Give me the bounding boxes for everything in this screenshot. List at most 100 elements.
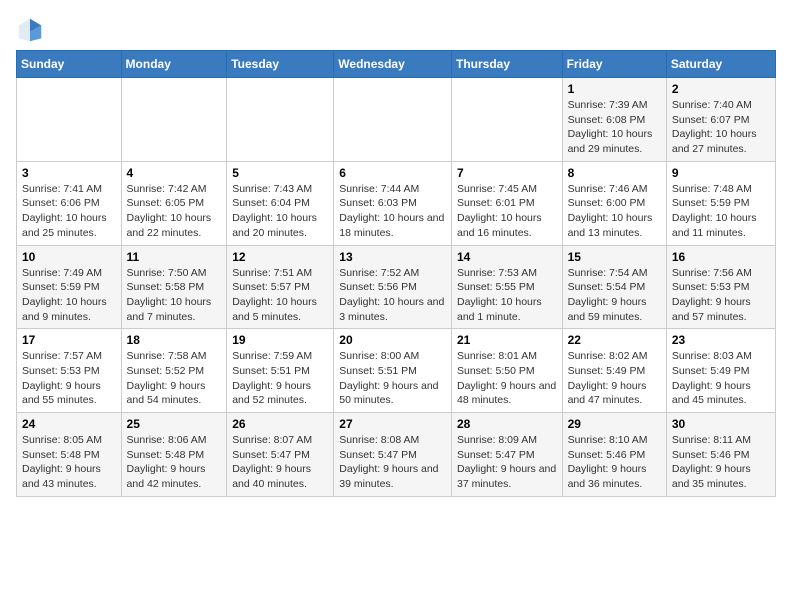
day-number: 24 bbox=[22, 417, 116, 431]
calendar-cell: 20 Sunrise: 8:00 AMSunset: 5:51 PMDaylig… bbox=[334, 329, 452, 413]
day-info: Sunrise: 7:54 AMSunset: 5:54 PMDaylight:… bbox=[568, 266, 661, 325]
calendar-week-row: 17 Sunrise: 7:57 AMSunset: 5:53 PMDaylig… bbox=[17, 329, 776, 413]
weekday-header: Friday bbox=[562, 51, 666, 78]
day-number: 5 bbox=[232, 166, 328, 180]
calendar-cell: 10 Sunrise: 7:49 AMSunset: 5:59 PMDaylig… bbox=[17, 245, 122, 329]
calendar-cell: 22 Sunrise: 8:02 AMSunset: 5:49 PMDaylig… bbox=[562, 329, 666, 413]
calendar-table: SundayMondayTuesdayWednesdayThursdayFrid… bbox=[16, 50, 776, 497]
day-info: Sunrise: 8:00 AMSunset: 5:51 PMDaylight:… bbox=[339, 349, 446, 408]
day-number: 30 bbox=[672, 417, 770, 431]
day-info: Sunrise: 8:11 AMSunset: 5:46 PMDaylight:… bbox=[672, 433, 770, 492]
calendar-cell: 28 Sunrise: 8:09 AMSunset: 5:47 PMDaylig… bbox=[451, 413, 562, 497]
day-info: Sunrise: 7:52 AMSunset: 5:56 PMDaylight:… bbox=[339, 266, 446, 325]
day-info: Sunrise: 7:42 AMSunset: 6:05 PMDaylight:… bbox=[127, 182, 222, 241]
day-number: 28 bbox=[457, 417, 557, 431]
day-number: 11 bbox=[127, 250, 222, 264]
day-info: Sunrise: 8:01 AMSunset: 5:50 PMDaylight:… bbox=[457, 349, 557, 408]
page-header bbox=[16, 16, 776, 44]
day-info: Sunrise: 8:03 AMSunset: 5:49 PMDaylight:… bbox=[672, 349, 770, 408]
calendar-cell bbox=[121, 78, 227, 162]
calendar-cell: 4 Sunrise: 7:42 AMSunset: 6:05 PMDayligh… bbox=[121, 161, 227, 245]
weekday-header: Tuesday bbox=[227, 51, 334, 78]
calendar-cell bbox=[334, 78, 452, 162]
calendar-cell: 14 Sunrise: 7:53 AMSunset: 5:55 PMDaylig… bbox=[451, 245, 562, 329]
day-info: Sunrise: 8:05 AMSunset: 5:48 PMDaylight:… bbox=[22, 433, 116, 492]
calendar-cell: 1 Sunrise: 7:39 AMSunset: 6:08 PMDayligh… bbox=[562, 78, 666, 162]
day-info: Sunrise: 8:07 AMSunset: 5:47 PMDaylight:… bbox=[232, 433, 328, 492]
calendar-cell: 26 Sunrise: 8:07 AMSunset: 5:47 PMDaylig… bbox=[227, 413, 334, 497]
calendar-cell: 6 Sunrise: 7:44 AMSunset: 6:03 PMDayligh… bbox=[334, 161, 452, 245]
day-info: Sunrise: 7:49 AMSunset: 5:59 PMDaylight:… bbox=[22, 266, 116, 325]
calendar-cell: 2 Sunrise: 7:40 AMSunset: 6:07 PMDayligh… bbox=[666, 78, 775, 162]
weekday-header: Monday bbox=[121, 51, 227, 78]
calendar-cell: 11 Sunrise: 7:50 AMSunset: 5:58 PMDaylig… bbox=[121, 245, 227, 329]
day-info: Sunrise: 8:08 AMSunset: 5:47 PMDaylight:… bbox=[339, 433, 446, 492]
day-number: 19 bbox=[232, 333, 328, 347]
day-number: 14 bbox=[457, 250, 557, 264]
day-number: 29 bbox=[568, 417, 661, 431]
day-number: 4 bbox=[127, 166, 222, 180]
logo-icon bbox=[16, 16, 44, 44]
calendar-cell: 25 Sunrise: 8:06 AMSunset: 5:48 PMDaylig… bbox=[121, 413, 227, 497]
day-number: 21 bbox=[457, 333, 557, 347]
calendar-cell: 15 Sunrise: 7:54 AMSunset: 5:54 PMDaylig… bbox=[562, 245, 666, 329]
day-number: 22 bbox=[568, 333, 661, 347]
day-number: 26 bbox=[232, 417, 328, 431]
calendar-cell: 21 Sunrise: 8:01 AMSunset: 5:50 PMDaylig… bbox=[451, 329, 562, 413]
day-number: 23 bbox=[672, 333, 770, 347]
calendar-cell: 16 Sunrise: 7:56 AMSunset: 5:53 PMDaylig… bbox=[666, 245, 775, 329]
weekday-header: Sunday bbox=[17, 51, 122, 78]
day-number: 12 bbox=[232, 250, 328, 264]
day-info: Sunrise: 7:56 AMSunset: 5:53 PMDaylight:… bbox=[672, 266, 770, 325]
day-number: 18 bbox=[127, 333, 222, 347]
calendar-week-row: 24 Sunrise: 8:05 AMSunset: 5:48 PMDaylig… bbox=[17, 413, 776, 497]
day-number: 6 bbox=[339, 166, 446, 180]
day-info: Sunrise: 7:40 AMSunset: 6:07 PMDaylight:… bbox=[672, 98, 770, 157]
calendar-cell: 8 Sunrise: 7:46 AMSunset: 6:00 PMDayligh… bbox=[562, 161, 666, 245]
calendar-week-row: 3 Sunrise: 7:41 AMSunset: 6:06 PMDayligh… bbox=[17, 161, 776, 245]
calendar-cell: 23 Sunrise: 8:03 AMSunset: 5:49 PMDaylig… bbox=[666, 329, 775, 413]
day-number: 15 bbox=[568, 250, 661, 264]
day-number: 2 bbox=[672, 82, 770, 96]
weekday-header: Saturday bbox=[666, 51, 775, 78]
day-number: 25 bbox=[127, 417, 222, 431]
day-info: Sunrise: 7:53 AMSunset: 5:55 PMDaylight:… bbox=[457, 266, 557, 325]
calendar-cell: 17 Sunrise: 7:57 AMSunset: 5:53 PMDaylig… bbox=[17, 329, 122, 413]
calendar-cell bbox=[17, 78, 122, 162]
calendar-cell: 29 Sunrise: 8:10 AMSunset: 5:46 PMDaylig… bbox=[562, 413, 666, 497]
day-info: Sunrise: 7:57 AMSunset: 5:53 PMDaylight:… bbox=[22, 349, 116, 408]
calendar-cell bbox=[451, 78, 562, 162]
calendar-cell: 30 Sunrise: 8:11 AMSunset: 5:46 PMDaylig… bbox=[666, 413, 775, 497]
day-info: Sunrise: 7:50 AMSunset: 5:58 PMDaylight:… bbox=[127, 266, 222, 325]
calendar-cell: 18 Sunrise: 7:58 AMSunset: 5:52 PMDaylig… bbox=[121, 329, 227, 413]
day-info: Sunrise: 7:43 AMSunset: 6:04 PMDaylight:… bbox=[232, 182, 328, 241]
day-number: 13 bbox=[339, 250, 446, 264]
day-info: Sunrise: 7:41 AMSunset: 6:06 PMDaylight:… bbox=[22, 182, 116, 241]
day-info: Sunrise: 8:06 AMSunset: 5:48 PMDaylight:… bbox=[127, 433, 222, 492]
day-info: Sunrise: 7:44 AMSunset: 6:03 PMDaylight:… bbox=[339, 182, 446, 241]
logo bbox=[16, 16, 48, 44]
day-number: 8 bbox=[568, 166, 661, 180]
calendar-cell: 12 Sunrise: 7:51 AMSunset: 5:57 PMDaylig… bbox=[227, 245, 334, 329]
day-number: 3 bbox=[22, 166, 116, 180]
calendar-cell: 13 Sunrise: 7:52 AMSunset: 5:56 PMDaylig… bbox=[334, 245, 452, 329]
calendar-cell: 24 Sunrise: 8:05 AMSunset: 5:48 PMDaylig… bbox=[17, 413, 122, 497]
weekday-header: Wednesday bbox=[334, 51, 452, 78]
day-info: Sunrise: 7:45 AMSunset: 6:01 PMDaylight:… bbox=[457, 182, 557, 241]
day-number: 7 bbox=[457, 166, 557, 180]
calendar-week-row: 10 Sunrise: 7:49 AMSunset: 5:59 PMDaylig… bbox=[17, 245, 776, 329]
day-info: Sunrise: 8:09 AMSunset: 5:47 PMDaylight:… bbox=[457, 433, 557, 492]
calendar-cell bbox=[227, 78, 334, 162]
day-number: 17 bbox=[22, 333, 116, 347]
day-number: 27 bbox=[339, 417, 446, 431]
calendar-cell: 5 Sunrise: 7:43 AMSunset: 6:04 PMDayligh… bbox=[227, 161, 334, 245]
weekday-header: Thursday bbox=[451, 51, 562, 78]
weekday-header-row: SundayMondayTuesdayWednesdayThursdayFrid… bbox=[17, 51, 776, 78]
day-info: Sunrise: 7:51 AMSunset: 5:57 PMDaylight:… bbox=[232, 266, 328, 325]
calendar-cell: 3 Sunrise: 7:41 AMSunset: 6:06 PMDayligh… bbox=[17, 161, 122, 245]
day-info: Sunrise: 7:58 AMSunset: 5:52 PMDaylight:… bbox=[127, 349, 222, 408]
calendar-cell: 27 Sunrise: 8:08 AMSunset: 5:47 PMDaylig… bbox=[334, 413, 452, 497]
day-number: 1 bbox=[568, 82, 661, 96]
day-number: 16 bbox=[672, 250, 770, 264]
day-number: 20 bbox=[339, 333, 446, 347]
